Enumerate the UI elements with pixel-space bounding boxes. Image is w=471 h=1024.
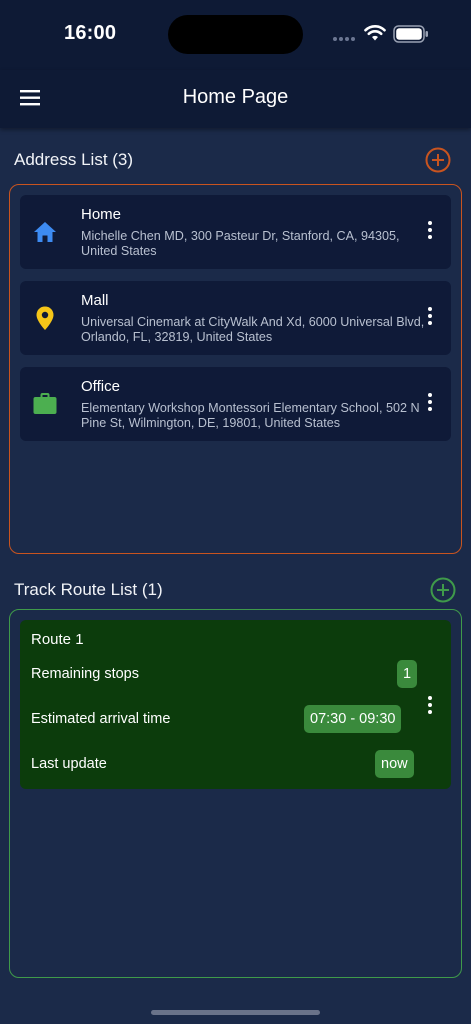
home-icon	[34, 222, 56, 242]
status-time: 16:00	[64, 22, 117, 44]
wifi-icon	[364, 25, 386, 41]
status-bar: 16:00	[0, 0, 471, 70]
page-title: Home Page	[182, 86, 289, 108]
address-text: Universal Cinemark at CityWalk And Xd, 6…	[81, 315, 425, 344]
route-title: Route 1	[31, 631, 84, 648]
more-options-icon[interactable]	[425, 221, 435, 243]
cellular-signal-icon	[333, 37, 355, 41]
more-options-icon[interactable]	[425, 307, 435, 329]
route-card[interactable]: Route 1 Remaining stops 1 Estimated arri…	[20, 620, 451, 789]
eta-label: Estimated arrival time	[31, 711, 171, 727]
address-text: Elementary Workshop Montessori Elementar…	[81, 401, 420, 430]
location-pin-icon	[36, 306, 54, 330]
address-title: Home	[81, 206, 122, 223]
add-address-button[interactable]	[424, 146, 452, 174]
last-update-label: Last update	[31, 756, 107, 772]
track-route-list-panel: Route 1 Remaining stops 1 Estimated arri…	[9, 609, 462, 978]
address-title: Mall	[81, 292, 109, 309]
home-indicator	[151, 1010, 320, 1015]
battery-icon	[393, 25, 428, 43]
address-text: Michelle Chen MD, 300 Pasteur Dr, Stanfo…	[81, 229, 400, 258]
briefcase-icon	[33, 393, 57, 414]
last-update-badge: now	[375, 750, 414, 778]
add-route-button[interactable]	[429, 576, 457, 604]
address-title: Office	[81, 378, 120, 395]
more-options-icon[interactable]	[425, 696, 435, 718]
address-card-office[interactable]: Office Elementary Workshop Montessori El…	[20, 367, 451, 441]
dynamic-island	[168, 15, 303, 54]
address-card-home[interactable]: Home Michelle Chen MD, 300 Pasteur Dr, S…	[20, 195, 451, 269]
address-list-title: Address List (3)	[14, 150, 134, 169]
eta-badge: 07:30 - 09:30	[304, 705, 402, 733]
app-bar: Home Page	[0, 70, 471, 128]
track-route-list-title: Track Route List (1)	[14, 580, 163, 599]
remaining-stops-label: Remaining stops	[31, 666, 139, 682]
more-options-icon[interactable]	[425, 393, 435, 415]
address-list-panel: Home Michelle Chen MD, 300 Pasteur Dr, S…	[9, 184, 462, 554]
address-card-mall[interactable]: Mall Universal Cinemark at CityWalk And …	[20, 281, 451, 355]
remaining-stops-badge: 1	[397, 660, 418, 688]
